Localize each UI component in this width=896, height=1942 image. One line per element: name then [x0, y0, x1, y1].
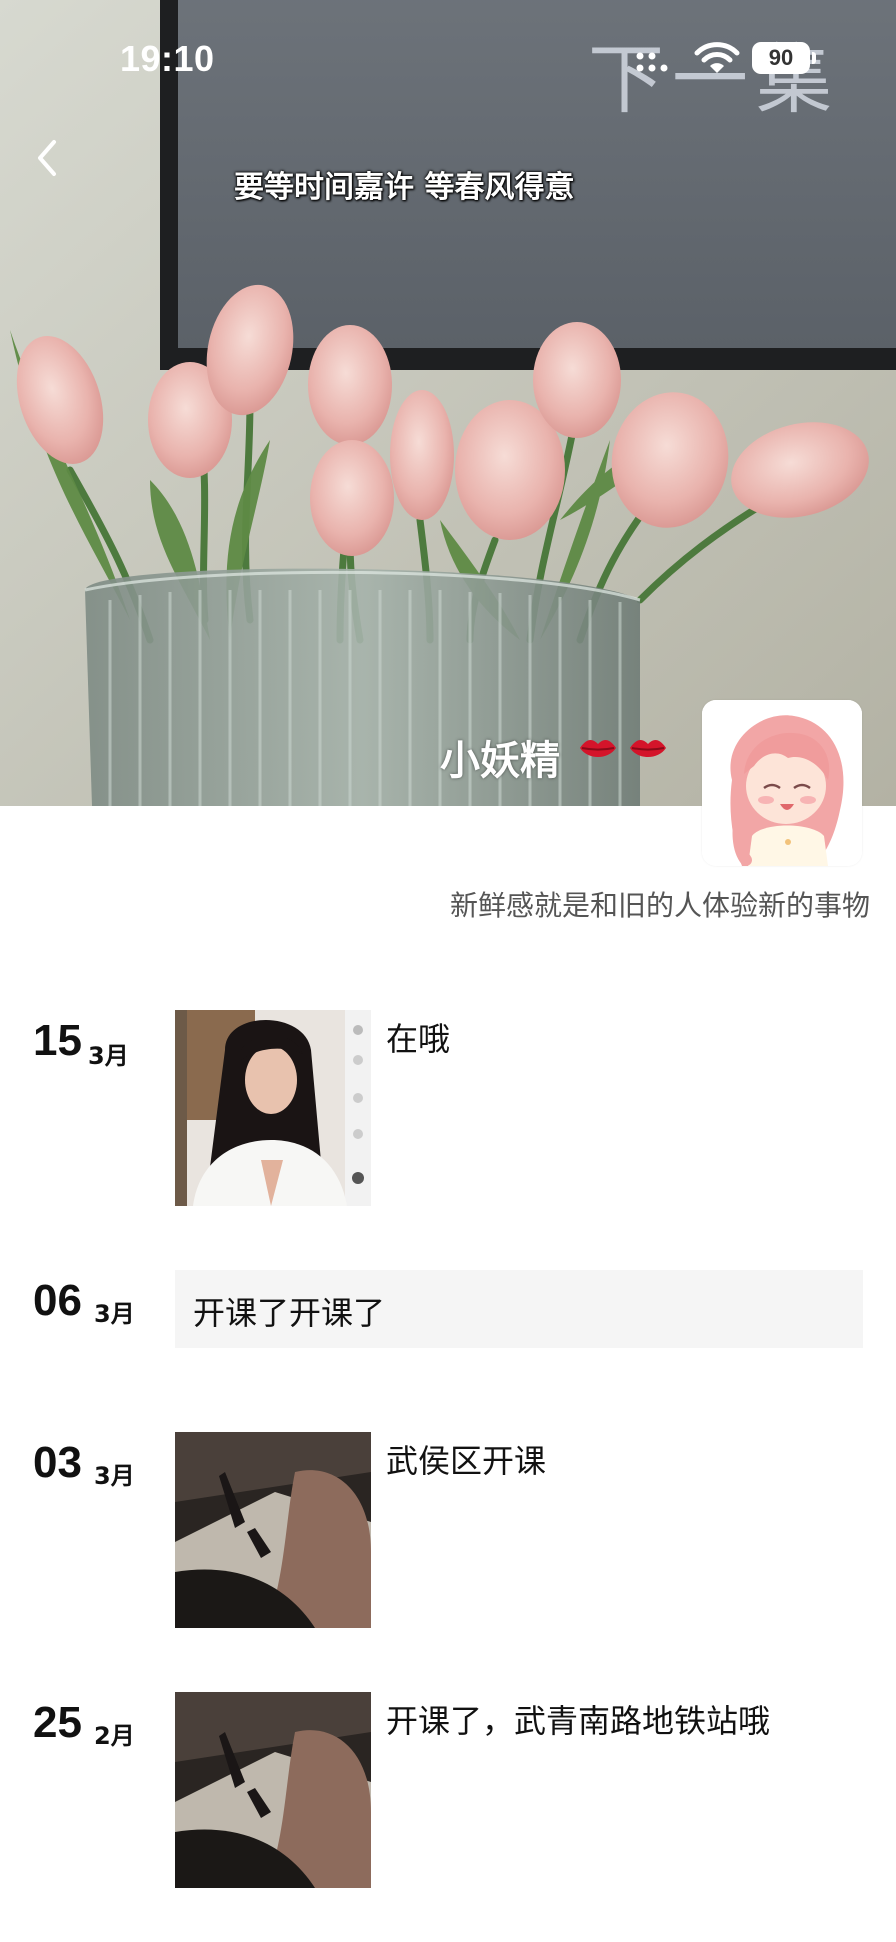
- back-icon: [38, 140, 56, 176]
- post-month: 3月: [94, 1462, 135, 1490]
- post-day: 25: [33, 1698, 82, 1747]
- back-button[interactable]: [22, 130, 72, 186]
- post-text-box[interactable]: 开课了开课了: [175, 1270, 863, 1348]
- post-text: 开课了开课了: [193, 1294, 386, 1332]
- post-thumbnail[interactable]: [175, 1432, 371, 1628]
- battery-tip: [812, 52, 816, 64]
- cover-name: 小妖精: [440, 738, 560, 784]
- avatar-illustration: [702, 700, 862, 866]
- post-photo: [175, 1692, 371, 1888]
- cover-caption: 要等时间嘉许 等春风得意: [234, 170, 575, 205]
- post-text: 武侯区开课: [386, 1442, 547, 1480]
- cover-image[interactable]: 下一集 19:10 90 要等时间嘉许 等春风得意 小妖精: [0, 0, 896, 806]
- post-day: 06: [33, 1276, 82, 1325]
- signal-icon: [636, 52, 668, 72]
- post-month: 2月: [94, 1722, 135, 1750]
- post-photo: [175, 1010, 371, 1206]
- post-photo: [175, 1432, 371, 1628]
- post-thumbnail[interactable]: [175, 1010, 371, 1206]
- post-text: 在哦: [386, 1020, 451, 1058]
- post-text: 开课了，武青南路地铁站哦: [386, 1702, 771, 1740]
- profile-signature: 新鲜感就是和旧的人体验新的事物: [449, 889, 870, 922]
- avatar[interactable]: [702, 700, 862, 866]
- lips-icon: [630, 740, 666, 757]
- lips-icon: [580, 740, 616, 757]
- post-month: 3月: [94, 1300, 135, 1328]
- status-time: 19:10: [120, 38, 215, 79]
- wifi-icon: [694, 42, 740, 73]
- post-month: 3月: [88, 1042, 129, 1070]
- status-bar: 19:10 90: [0, 0, 896, 110]
- post-thumbnail[interactable]: [175, 1692, 371, 1888]
- post-day: 03: [33, 1438, 82, 1487]
- battery-icon: 90: [752, 42, 810, 74]
- post-day: 15: [33, 1016, 82, 1065]
